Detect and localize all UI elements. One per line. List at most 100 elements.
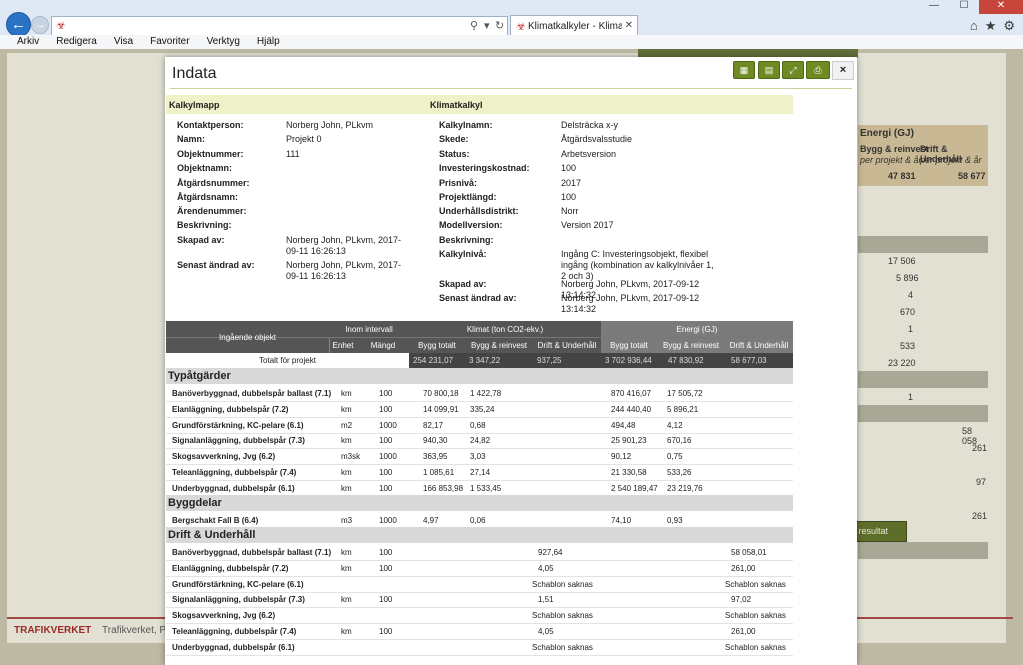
cell-e2: 533,26 <box>667 468 692 477</box>
info-value: Version 2017 <box>561 220 614 230</box>
window-controls: — ☐ ✕ <box>919 0 1023 14</box>
info-value: Norr <box>561 206 579 216</box>
table-row: Skogsavverkning, Jvg (6.2) m3sk 1000 363,95… <box>166 448 793 466</box>
cell-e2: 0,75 <box>667 452 683 462</box>
info-header: Kalkylmapp Klimatkalkyl <box>166 95 793 114</box>
menu-hjalp[interactable]: Hjälp <box>252 35 285 49</box>
background-band <box>858 236 988 253</box>
header-klimat-bygg: Bygg totalt <box>418 341 456 350</box>
menu-favoriter[interactable]: Favoriter <box>145 35 194 49</box>
cell-k2: 0,68 <box>470 420 486 430</box>
forward-arrow-icon[interactable]: → <box>31 16 49 34</box>
info-label: Status: <box>439 149 470 159</box>
total-energi-drift: 58 677,03 <box>731 356 767 365</box>
info-value: 111 <box>286 149 300 159</box>
info-label: Skede: <box>439 134 469 144</box>
row-name: Banöverbyggnad, dubbelspår ballast (7.1) <box>172 548 332 557</box>
header-inom-intervall: Inom intervall <box>345 325 393 334</box>
refresh-icon[interactable]: ↻ <box>495 19 504 32</box>
cell-k3: Schablon saknas <box>532 579 593 589</box>
tab-title: Klimatkalkyler - Klimatkalkyl <box>528 21 622 32</box>
cell-qty: 1000 <box>379 452 397 462</box>
menu-bar: Arkiv Redigera Visa Favoriter Verktyg Hj… <box>0 35 1023 50</box>
background-value: 4 <box>908 290 914 300</box>
expand-button[interactable]: ⤢ <box>782 61 804 79</box>
row-name: Underbyggnad, dubbelspår (6.1) <box>172 642 295 652</box>
modal-title: Indata <box>172 65 217 82</box>
cell-unit: km <box>341 548 352 557</box>
menu-arkiv[interactable]: Arkiv <box>12 35 44 49</box>
cell-k3: 4,05 <box>538 627 554 636</box>
maximize-button[interactable]: ☐ <box>949 0 979 14</box>
row-name: Signalanläggning, dubbelspår (7.3) <box>172 436 305 446</box>
info-value: Delsträcka x-y <box>561 120 619 130</box>
address-bar[interactable]: ☣ ⚲ ▾ ↻ <box>51 16 508 36</box>
info-label: Skapad av: <box>177 235 225 245</box>
cell-k2: 1 533,45 <box>470 483 502 493</box>
cell-k2: 0,06 <box>470 516 486 525</box>
row-name: Grundförstärkning, KC-pelare (6.1) <box>172 579 304 589</box>
cell-qty: 100 <box>379 468 393 477</box>
table-row: Grundförstärkning, KC-pelare (6.1) m2 1000… <box>166 417 793 434</box>
table-row: Underbyggnad, dubbelspår (6.1) Schablon s… <box>166 639 793 656</box>
close-modal-button[interactable]: × <box>832 61 854 80</box>
table-row: Teleanläggning, dubbelspår (7.4) km 100 1 0… <box>166 464 793 481</box>
row-name: Skogsavverkning, Jvg (6.2) <box>172 452 276 462</box>
title-divider <box>170 88 852 89</box>
cell-k1: 70 800,18 <box>423 389 459 398</box>
menu-visa[interactable]: Visa <box>109 35 138 49</box>
menu-redigera[interactable]: Redigera <box>51 35 102 49</box>
background-footer: TRAFIKVERKET Trafikverket, Post <box>14 625 179 636</box>
cell-e1: 494,48 <box>611 420 636 430</box>
background-val1: 47 831 <box>888 171 916 181</box>
background-energy-title: Energi (GJ) <box>860 128 914 139</box>
row-name: Grundförstärkning, KC-pelare (6.1) <box>172 420 304 430</box>
cell-e3: 261,00 <box>731 627 756 636</box>
cell-unit: km <box>341 404 352 414</box>
minimize-button[interactable]: — <box>919 0 949 14</box>
info-value: Åtgärdsvalsstudie <box>561 134 633 144</box>
cell-k1: 363,95 <box>423 452 448 462</box>
cell-k3: 1,51 <box>538 595 554 605</box>
dropdown-icon[interactable]: ▾ <box>484 19 490 32</box>
info-value: Ingång C: Investeringsobjekt, flexibel i… <box>561 249 714 281</box>
row-name: Bergschakt Fall B (6.4) <box>172 516 259 525</box>
cell-k3: 4,05 <box>538 563 554 573</box>
cell-k1: 1 085,61 <box>423 468 455 477</box>
background-col2-sub: per projekt & år <box>920 155 982 165</box>
table-row: Grundförstärkning, KC-pelare (6.1) Schabl… <box>166 576 793 593</box>
close-window-button[interactable]: ✕ <box>979 0 1023 14</box>
search-icon[interactable]: ⚲ <box>470 19 478 32</box>
cell-e2: 17 505,72 <box>667 389 703 398</box>
cell-qty: 100 <box>379 563 393 573</box>
export-document-button[interactable]: ▤ <box>758 61 780 79</box>
cell-e3: 97,02 <box>731 595 752 605</box>
section-title: Typåtgärder <box>168 370 231 382</box>
cell-unit: m2 <box>341 420 353 430</box>
cell-qty: 100 <box>379 389 393 398</box>
export-excel-button[interactable]: ▦ <box>733 61 755 79</box>
tab-close-icon[interactable]: ✕ <box>625 20 633 31</box>
info-value: 100 <box>561 192 577 202</box>
background-value: 533 <box>900 341 916 351</box>
favorites-star-icon[interactable]: ★ <box>985 18 997 34</box>
row-name: Elanläggning, dubbelspår (7.2) <box>172 563 289 573</box>
info-label: Senast ändrad av: <box>439 293 517 303</box>
print-button[interactable]: ⎙ <box>806 61 830 79</box>
table-row: Signalanläggning, dubbelspår (7.3) km 100 1… <box>166 591 793 609</box>
home-icon[interactable]: ⌂ <box>970 18 978 34</box>
expand-icon: ⤢ <box>789 64 797 75</box>
cell-k1: 940,30 <box>423 436 448 446</box>
cell-k1: 166 853,98 <box>423 483 464 493</box>
table-row: Elanläggning, dubbelspår (7.2) km 100 14 09… <box>166 401 793 418</box>
settings-gear-icon[interactable]: ⚙ <box>1003 18 1015 34</box>
header-energi-drift: Drift & Underhåll <box>729 341 789 350</box>
cell-e2: 0,93 <box>667 516 683 525</box>
background-band <box>858 371 988 388</box>
info-label: Kalkylnivå: <box>439 249 487 259</box>
menu-verktyg[interactable]: Verktyg <box>202 35 245 49</box>
cell-unit: km <box>341 436 352 446</box>
back-arrow-icon[interactable]: ← <box>6 12 31 37</box>
info-label: Åtgärdsnummer: <box>177 178 250 188</box>
info-label: Objektnummer: <box>177 149 244 159</box>
